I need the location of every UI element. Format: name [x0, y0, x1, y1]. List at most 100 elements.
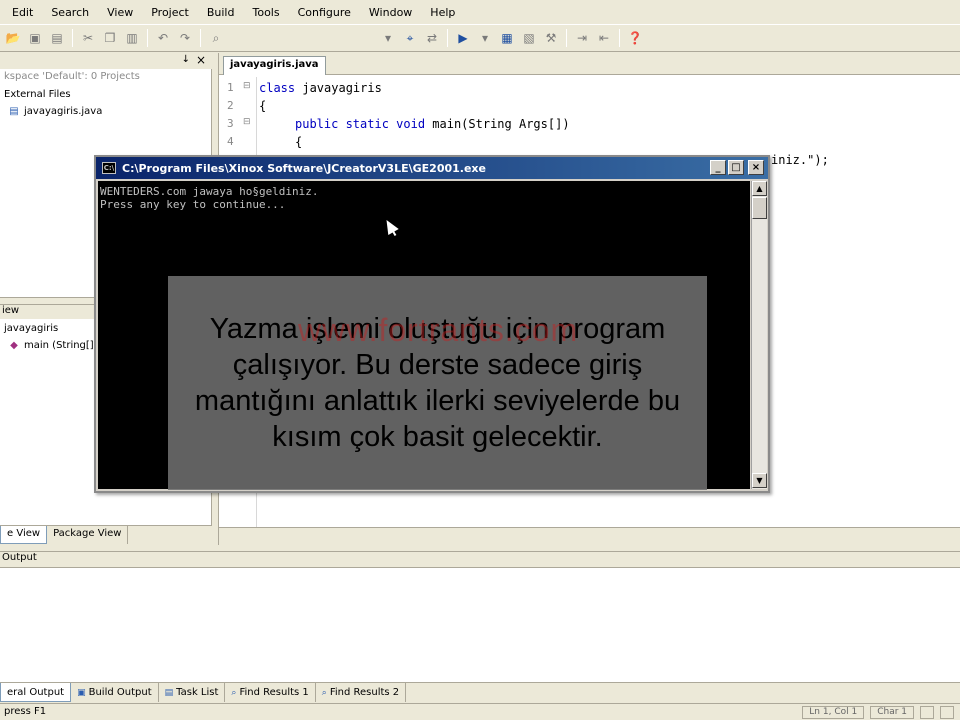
code-text: javayagiris — [295, 81, 382, 95]
tree-file-item[interactable]: ▤ javayagiris.java — [8, 105, 102, 117]
tree-class-item[interactable]: javayagiris — [4, 323, 58, 334]
tab-label: Find Results 1 — [239, 687, 309, 698]
fold-icon[interactable]: ⊟ — [243, 117, 251, 127]
line-number: 4 — [227, 135, 234, 148]
status-text: press F1 — [4, 706, 47, 717]
code-line: public static void main(String Args[]) — [295, 117, 570, 131]
outdent-icon[interactable]: ⇤ — [596, 30, 612, 46]
tree-label: javayagiris — [4, 323, 59, 334]
minimize-button[interactable]: _ — [710, 160, 726, 175]
console-title-bar[interactable]: C:\ C:\Program Files\Xinox Software\JCre… — [96, 157, 768, 179]
build-icon[interactable]: ▧ — [521, 30, 537, 46]
tree-label: External Files — [4, 89, 71, 100]
undo-icon[interactable]: ↶ — [155, 30, 171, 46]
fold-icon[interactable]: ⊟ — [243, 81, 251, 91]
help-icon[interactable]: ❓ — [627, 30, 643, 46]
menu-tools[interactable]: Tools — [243, 6, 288, 19]
replace-icon[interactable]: ⇄ — [424, 30, 440, 46]
method-icon: ◆ — [10, 339, 18, 351]
run-dropdown-icon[interactable]: ▾ — [477, 30, 493, 46]
status-bar: press F1 Ln 1, Col 1 Char 1 — [0, 703, 960, 720]
tree-external-files[interactable]: External Files — [4, 89, 71, 100]
menu-configure[interactable]: Configure — [289, 6, 360, 19]
output-panel — [0, 567, 960, 682]
code-line: iniz."); — [771, 153, 829, 167]
scroll-up-icon[interactable]: ▲ — [752, 181, 767, 196]
tree-label: javayagiris.java — [24, 105, 103, 117]
toolbar-separator — [147, 29, 148, 47]
menu-search[interactable]: Search — [42, 6, 98, 19]
menu-edit[interactable]: Edit — [0, 6, 42, 19]
workspace-caption: kspace 'Default': 0 Projects — [4, 71, 140, 82]
line-number: 1 — [227, 81, 234, 94]
tree-method-item[interactable]: ◆ main (String[], — [8, 339, 97, 351]
toolbar: 📂 ▣ ▤ ✂ ❐ ▥ ↶ ↷ ⌕ ▾ ⌖ ⇄ ▶ ▾ ▦ ▧ ⚒ ⇥ ⇤ ❓ — [0, 24, 960, 52]
tab-label: eral Output — [7, 686, 65, 698]
menu-bar: Edit Search View Project Build Tools Con… — [0, 0, 960, 24]
console-line: Press any key to continue... — [100, 198, 286, 211]
tab-javayagiris-java[interactable]: javayagiris.java — [223, 56, 326, 75]
pin-icon[interactable]: ↓ — [182, 54, 190, 65]
tab-label: Build Output — [88, 687, 152, 698]
menu-help[interactable]: Help — [421, 6, 464, 19]
close-button[interactable]: × — [748, 160, 764, 175]
find-results-icon: ⌕ — [231, 687, 237, 698]
tab-file-view[interactable]: e View — [0, 526, 48, 544]
tab-find-results-1[interactable]: ⌕ Find Results 1 — [225, 683, 316, 702]
tab-package-view[interactable]: Package View — [47, 526, 129, 544]
find-icon[interactable]: ⌕ — [208, 30, 224, 46]
scroll-down-icon[interactable]: ▼ — [752, 473, 767, 488]
task-list-icon: ▤ — [164, 687, 174, 698]
toolbar-separator — [566, 29, 567, 47]
status-cell — [940, 706, 954, 719]
tab-find-results-2[interactable]: ⌕ Find Results 2 — [316, 683, 407, 702]
tab-general-output[interactable]: eral Output — [0, 683, 72, 702]
scroll-thumb[interactable] — [752, 197, 767, 219]
panel-title: Output — [2, 552, 37, 563]
find-results-icon: ⌕ — [321, 687, 327, 698]
menu-view[interactable]: View — [98, 6, 142, 19]
console-title: C:\Program Files\Xinox Software\JCreator… — [122, 161, 486, 175]
paste-icon[interactable]: ▥ — [124, 30, 140, 46]
code-line: class javayagiris — [259, 81, 382, 95]
close-icon[interactable]: × — [196, 53, 206, 67]
panel-title: iew — [2, 305, 20, 316]
tab-task-list[interactable]: ▤ Task List — [159, 683, 226, 702]
tab-build-output[interactable]: ▣ Build Output — [71, 683, 159, 702]
save-all-icon[interactable]: ▤ — [49, 30, 65, 46]
console-line: WENTEDERS.com jawaya ho§geldiniz. — [100, 185, 319, 198]
find-in-files-icon[interactable]: ⌖ — [402, 30, 418, 46]
maximize-button[interactable]: □ — [728, 160, 744, 175]
status-char: Char 1 — [870, 706, 914, 719]
dropdown-icon[interactable]: ▾ — [380, 30, 396, 46]
java-file-icon: ▤ — [9, 105, 19, 117]
toolbar-separator — [200, 29, 201, 47]
subtitle-overlay: Yazma işlemi oluştuğu için program çalış… — [168, 276, 707, 490]
redo-icon[interactable]: ↷ — [177, 30, 193, 46]
status-cell — [920, 706, 934, 719]
compile-icon[interactable]: ▦ — [499, 30, 515, 46]
menu-build[interactable]: Build — [198, 6, 244, 19]
status-position: Ln 1, Col 1 — [802, 706, 865, 719]
open-icon[interactable]: 📂 — [5, 30, 21, 46]
save-icon[interactable]: ▣ — [27, 30, 43, 46]
tree-label: main (String[], — [24, 339, 97, 351]
tools-icon[interactable]: ⚒ — [543, 30, 559, 46]
menu-window[interactable]: Window — [360, 6, 421, 19]
watermark: www.fortrants.com — [298, 312, 579, 348]
toolbar-separator — [619, 29, 620, 47]
toolbar-separator — [72, 29, 73, 47]
run-icon[interactable]: ▶ — [455, 30, 471, 46]
workspace-tabs: e View Package View — [0, 525, 212, 545]
indent-icon[interactable]: ⇥ — [574, 30, 590, 46]
editor-horizontal-scrollbar[interactable] — [219, 527, 960, 545]
build-output-icon: ▣ — [77, 687, 86, 698]
cut-icon[interactable]: ✂ — [80, 30, 96, 46]
output-header: Output — [0, 551, 960, 567]
console-scrollbar[interactable]: ▲ ▼ — [751, 181, 767, 489]
menu-project[interactable]: Project — [142, 6, 198, 19]
line-number: 2 — [227, 99, 234, 112]
window-controls: _ □ × — [710, 160, 764, 175]
copy-icon[interactable]: ❐ — [102, 30, 118, 46]
editor-tabs: javayagiris.java — [219, 53, 960, 75]
